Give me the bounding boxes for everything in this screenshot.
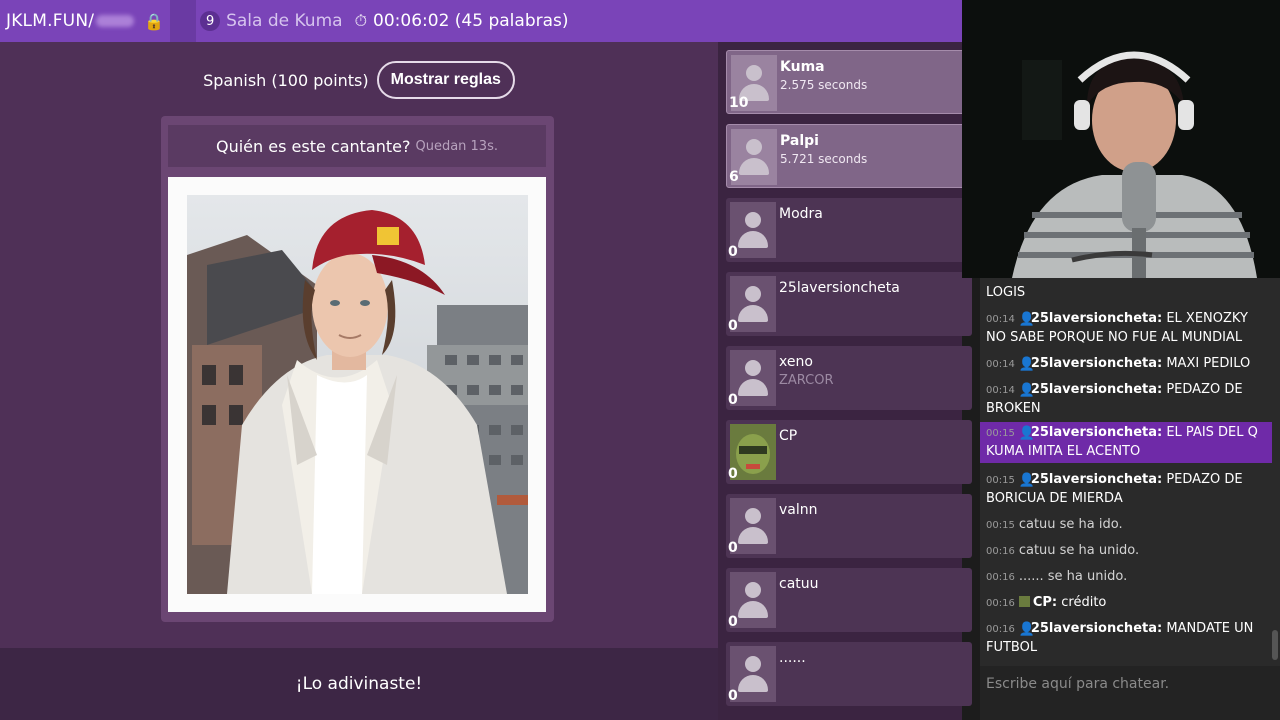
player-time: 2.575 seconds — [780, 78, 868, 92]
chat-time: 00:14 — [986, 359, 1015, 370]
chat-text: ...... se ha unido. — [1018, 569, 1128, 584]
chat-user[interactable]: 25laversioncheta: — [1031, 382, 1162, 397]
chat-text: LOGIS — [986, 285, 1026, 300]
player-points: 0 — [728, 688, 738, 704]
chat-message: 00:16 CP: crédito — [980, 592, 1272, 615]
lock-icon[interactable]: 🔒 — [144, 12, 164, 31]
chat-user[interactable]: 25laversioncheta: — [1031, 621, 1162, 636]
player-name: catuu — [779, 576, 819, 592]
player-card: 0 catuu — [726, 568, 972, 632]
chat-system-message: 00:15 catuu se ha ido. — [980, 514, 1272, 537]
webcam-feed — [962, 0, 1280, 278]
player-name: Palpi — [780, 133, 819, 149]
chat-time: 00:16 — [986, 546, 1015, 557]
player-guess: ZARCOR — [779, 373, 834, 388]
question-header: Quién es este cantante? Quedan 13s. — [168, 125, 546, 167]
player-card: 0 Modra — [726, 198, 972, 262]
answer-bar: ¡Lo adivinaste! — [0, 648, 718, 720]
answer-status: ¡Lo adivinaste! — [295, 674, 423, 694]
chat-system-message: 00:16 catuu se ha unido. — [980, 540, 1272, 563]
player-name: 25laversioncheta — [779, 280, 900, 296]
chat-time: 00:16 — [986, 572, 1015, 583]
player-card: 0 CP — [726, 420, 972, 484]
chat-message: 00:16 👤25laversioncheta: MANDATE UN FUTBO… — [980, 618, 1272, 659]
user-avatar-icon — [1018, 596, 1030, 607]
player-points: 0 — [728, 244, 738, 260]
time-left: Quedan 13s. — [415, 138, 498, 154]
user-icon: 👤 — [1018, 383, 1036, 398]
player-card: 0 ...... — [726, 642, 972, 706]
room-name: Sala de Kuma — [226, 11, 343, 31]
chat-message: 00:14 👤25laversioncheta: PEDAZO DE BROKEN — [980, 379, 1272, 420]
game-mode-label: Spanish (100 points) — [203, 70, 369, 90]
player-points: 0 — [728, 466, 738, 482]
stopwatch-icon: ⏱ — [354, 11, 368, 30]
chat-system-message: 00:16...... se ha unido. — [980, 566, 1272, 589]
user-icon: 👤 — [1018, 473, 1036, 488]
chat-user[interactable]: 25laversioncheta: — [1031, 425, 1162, 440]
chat-user[interactable]: 25laversioncheta: — [1031, 472, 1162, 487]
game-timer: 00:06:02 (45 palabras) — [373, 11, 569, 31]
player-time: 5.721 seconds — [780, 152, 868, 166]
room-code-blurred — [96, 15, 135, 27]
player-card: 0 xeno ZARCOR — [726, 346, 972, 410]
chat-text: catuu se ha unido. — [1018, 543, 1140, 558]
chat-time: 00:15 — [986, 428, 1015, 439]
show-rules-button[interactable]: Mostrar reglas — [376, 61, 515, 99]
webcam-overlay — [962, 0, 1280, 278]
player-count-badge: 9 — [200, 11, 221, 31]
player-card: 0 25laversioncheta — [726, 272, 972, 336]
chat-message: LOGIS — [980, 282, 1272, 304]
player-points: 0 — [728, 614, 738, 630]
chat-time: 00:14 — [986, 385, 1015, 396]
player-card: 0 valnn — [726, 494, 972, 558]
player-card: 6 Palpi 5.721 seconds — [726, 124, 972, 188]
rules-row: Spanish (100 points) Mostrar reglas — [0, 58, 718, 102]
chat-user[interactable]: CP: — [1033, 595, 1057, 610]
singer-photo — [187, 195, 528, 594]
divider — [170, 0, 197, 42]
player-name: ...... — [779, 650, 806, 666]
chat-user[interactable]: 25laversioncheta: — [1031, 356, 1162, 371]
chat-message: 00:14 👤25laversioncheta: MAXI PEDILO — [980, 353, 1272, 376]
user-icon: 👤 — [1018, 426, 1036, 441]
player-name: xeno — [779, 354, 813, 370]
chat-input[interactable]: Escribe aquí para chatear. — [980, 666, 1280, 720]
chat-user[interactable]: 25laversioncheta: — [1031, 311, 1162, 326]
chat-time: 00:15 — [986, 520, 1015, 531]
user-icon: 👤 — [1018, 312, 1036, 327]
player-points: 0 — [728, 540, 738, 556]
player-name: Modra — [779, 206, 823, 222]
chat-scrollbar[interactable] — [1272, 630, 1278, 660]
player-points: 10 — [729, 95, 749, 111]
player-name: valnn — [779, 502, 818, 518]
chat-text: MAXI PEDILO — [1166, 356, 1251, 371]
chat-text: catuu se ha ido. — [1018, 517, 1123, 532]
player-points: 0 — [728, 318, 738, 334]
chat-time: 00:16 — [986, 624, 1015, 635]
chat-time: 00:14 — [986, 314, 1015, 325]
singer-photo-illustration — [187, 195, 528, 594]
chat-time: 00:15 — [986, 475, 1015, 486]
player-card: 10 Kuma 2.575 seconds — [726, 50, 972, 114]
chat-text: crédito — [1061, 595, 1107, 610]
player-points: 6 — [729, 169, 739, 185]
player-name: Kuma — [780, 59, 825, 75]
player-points: 0 — [728, 392, 738, 408]
top-bar: JKLM.FUN/ 🔒 9 Sala de Kuma ⏱ 00:06:02 (4… — [0, 0, 962, 42]
chat-message: 00:14 👤25laversioncheta: EL XENOZKY NO SA… — [980, 308, 1272, 349]
chat-time: 00:16 — [986, 598, 1015, 609]
chat-message: 00:15 👤25laversioncheta: PEDAZO DE BORICU… — [980, 469, 1272, 510]
question-text: Quién es este cantante? — [216, 136, 411, 156]
chat-message-highlighted: 00:15 👤25laversioncheta: EL PAIS DEL Q KU… — [980, 422, 1272, 463]
site-url[interactable]: JKLM.FUN/ — [0, 11, 94, 31]
user-icon: 👤 — [1018, 622, 1036, 637]
player-name: CP — [779, 428, 798, 444]
user-icon: 👤 — [1018, 357, 1036, 372]
